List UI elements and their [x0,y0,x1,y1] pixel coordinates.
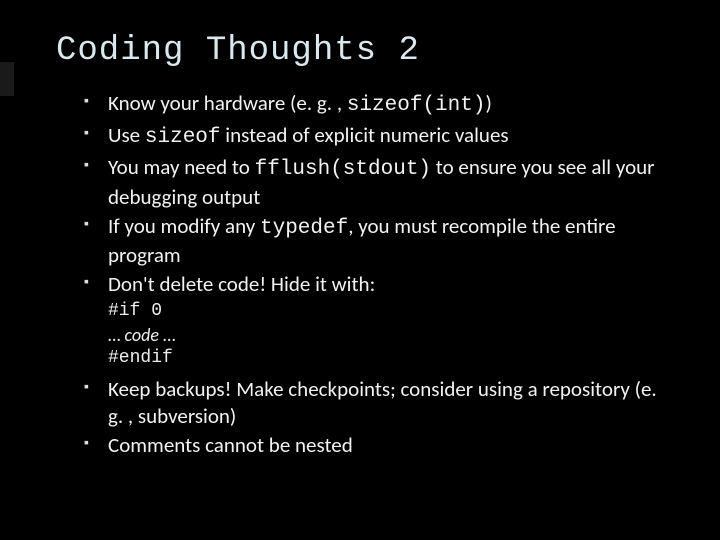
left-edge-tab [0,62,14,96]
bullet-list: Keep backups! Make checkpoints; consider… [84,376,664,459]
bullet-item: Use sizeof instead of explicit numeric v… [84,122,664,152]
code-span: fflush(stdout) [255,158,431,181]
code-line: #if 0 [108,300,664,323]
code-line: #endif [108,347,664,370]
bullet-item: Know your hardware (e. g. , sizeof(int)) [84,90,664,120]
bullet-text: Comments cannot be nested [108,432,353,458]
bullet-text: Don't delete code! Hide it with: [108,271,375,297]
code-span: sizeof [145,126,221,149]
code-span: typedef [260,217,348,240]
code-span: sizeof(int) [347,94,486,117]
bullet-item: Comments cannot be nested [84,432,664,459]
bullet-list: Know your hardware (e. g. , sizeof(int))… [84,90,664,298]
code-text-italic: code [125,324,159,346]
code-text: … [159,324,176,346]
slide-title: Coding Thoughts 2 [56,32,664,70]
bullet-item: Don't delete code! Hide it with: [84,271,664,298]
bullet-text: ) [485,90,491,116]
code-block: #if 0 … code … #endif [108,300,664,370]
bullet-text: Keep backups! Make checkpoints; consider… [108,376,657,429]
slide: Coding Thoughts 2 Know your hardware (e.… [0,0,720,540]
bullet-text: You may need to [108,154,255,180]
bullet-item: Keep backups! Make checkpoints; consider… [84,376,664,430]
bullet-item: You may need to fflush(stdout) to ensure… [84,154,664,211]
bullet-text: instead of explicit numeric values [221,122,509,148]
bullet-item: If you modify any typedef, you must reco… [84,213,664,270]
code-text: … [108,324,125,346]
bullet-text: Use [108,122,145,148]
bullet-text: If you modify any [108,213,260,239]
code-line: … code … [108,324,664,347]
bullet-text: Know your hardware (e. g. , [108,90,347,116]
